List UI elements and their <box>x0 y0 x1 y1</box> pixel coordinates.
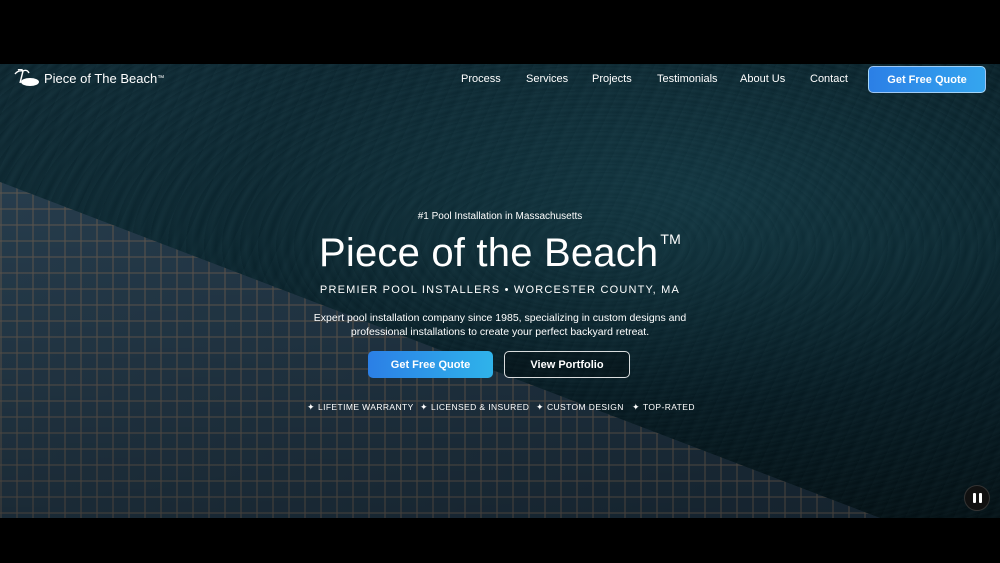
pause-icon <box>972 493 976 503</box>
badge-label: LIFETIME WARRANTY <box>317 402 414 412</box>
nav-link-services[interactable]: Services <box>526 73 568 85</box>
brand-name: Piece of The Beach <box>44 70 158 86</box>
nav-get-quote-button[interactable]: Get Free Quote <box>868 66 986 93</box>
get-free-quote-button[interactable]: Get Free Quote <box>368 351 493 378</box>
sparkle-icon: ✦ <box>632 402 640 412</box>
hero-description: Expert pool installation company since 1… <box>313 312 687 338</box>
badge-lifetime-warranty: ✦ LIFETIME WARRANTY <box>307 402 414 413</box>
badge-label: TOP-RATED <box>642 402 695 412</box>
hero-kicker: #1 Pool Installation in Massachusetts <box>417 211 583 222</box>
hero-subtitle: PREMIER POOL INSTALLERS • WORCESTER COUN… <box>319 284 681 296</box>
nav-link-contact[interactable]: Contact <box>810 73 848 85</box>
video-pause-button[interactable] <box>964 485 990 511</box>
letterbox-top <box>0 0 1000 64</box>
badge-top-rated: ✦ TOP-RATED <box>632 402 695 413</box>
nav-link-testimonials[interactable]: Testimonials <box>657 73 718 85</box>
nav-link-about-us[interactable]: About Us <box>740 73 785 85</box>
pause-icon-bar <box>978 493 982 503</box>
letterbox-bottom <box>0 518 1000 563</box>
hero-title-text: Piece of the Beach <box>318 231 659 275</box>
brand-logo[interactable]: Piece of The Beach ™ <box>14 68 165 87</box>
sparkle-icon: ✦ <box>536 402 544 412</box>
palm-beach-icon <box>14 68 40 87</box>
badge-label: LICENSED & INSURED <box>430 402 530 412</box>
brand-trademark: ™ <box>157 74 165 82</box>
sparkle-icon: ✦ <box>307 402 315 412</box>
view-portfolio-button[interactable]: View Portfolio <box>504 351 630 378</box>
hero-title-trademark: TM <box>660 231 681 247</box>
top-navigation: Piece of The Beach ™ Process Services Pro… <box>0 64 1000 96</box>
hero-title: Piece of the Beach TM <box>0 231 1000 276</box>
badge-custom-design: ✦ CUSTOM DESIGN <box>536 402 624 413</box>
nav-link-projects[interactable]: Projects <box>592 73 632 85</box>
nav-link-process[interactable]: Process <box>461 73 501 85</box>
badge-licensed-insured: ✦ LICENSED & INSURED <box>420 402 529 413</box>
sparkle-icon: ✦ <box>420 402 428 412</box>
badge-label: CUSTOM DESIGN <box>546 402 624 412</box>
